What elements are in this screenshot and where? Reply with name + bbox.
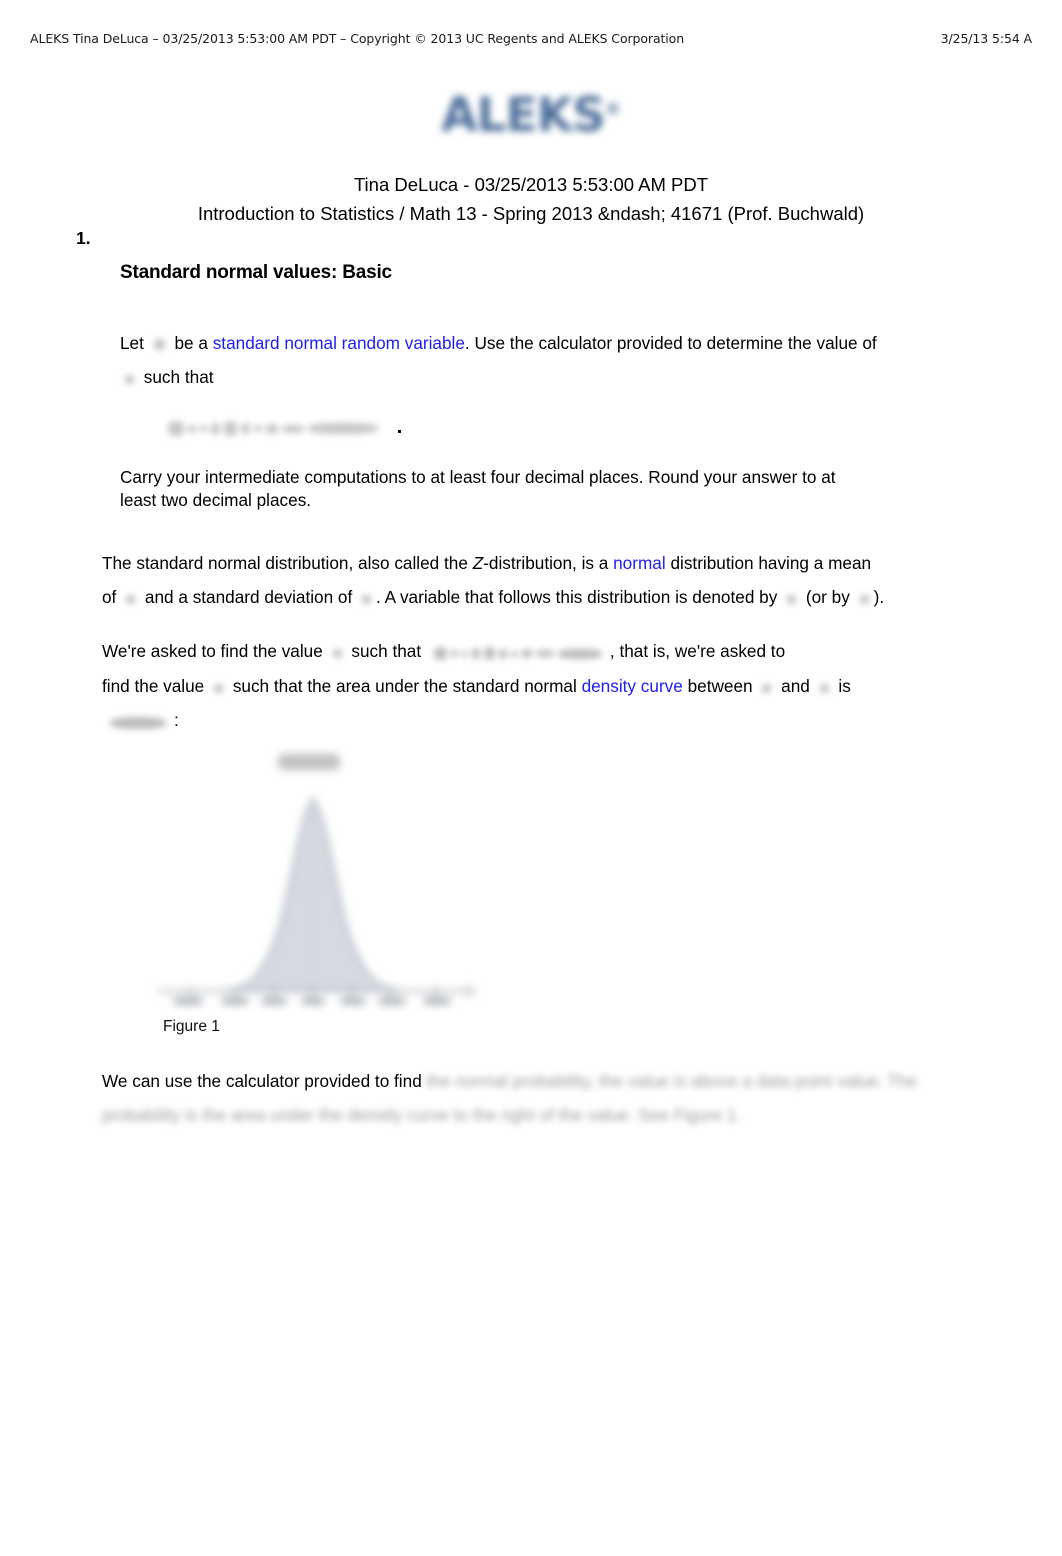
trademark-symbol: ®: [604, 99, 621, 119]
question-prompt: Let be a standard normal random variable…: [120, 326, 992, 394]
explanation2-segment-5: such that the area under the standard no…: [232, 676, 577, 697]
prompt-segment-2: be a: [174, 333, 208, 353]
upper-bound-placeholder-icon: [819, 684, 829, 694]
explanation2-segment-4: find the value: [102, 676, 205, 697]
closing-blurred-line-1: the normal probability, the value is abo…: [426, 1071, 833, 1091]
explanation1-segment-6: . A variable that follows this distribut…: [376, 587, 778, 607]
prompt-segment-4: such that: [143, 367, 214, 387]
area-value-blurred-icon: [108, 705, 168, 739]
document-title-block: Tina DeLuca - 03/25/2013 5:53:00 AM PDT …: [0, 170, 1062, 228]
closing-visible-text: We can use the calculator provided to fi…: [102, 1071, 422, 1091]
question-heading: Standard normal values: Basic: [120, 262, 392, 283]
student-name-and-date: Tina DeLuca - 03/25/2013 5:53:00 AM PDT: [353, 174, 709, 195]
explanation1-segment-7: (or by: [805, 587, 850, 607]
math-variable-placeholder-icon: [125, 375, 134, 384]
rounding-instructions: Carry your intermediate computations to …: [120, 466, 992, 512]
explanation2-segment-9: :: [174, 710, 179, 731]
course-title: Introduction to Statistics / Math 13 - S…: [197, 203, 865, 224]
normal-curve-figure: [158, 754, 476, 1004]
alternate-variable-placeholder-icon: [859, 595, 869, 604]
explanation2-segment-7: and: [781, 676, 810, 697]
mean-value-placeholder-icon: [126, 595, 136, 604]
density-curve-link[interactable]: density curve: [582, 676, 683, 696]
equation-period: [398, 430, 402, 434]
explanation2-segment-6: between: [687, 676, 753, 697]
print-header-timestamp: 3/25/13 5:54 A: [940, 30, 1032, 46]
z-distribution-italic: Z: [472, 553, 484, 573]
normal-distribution-link[interactable]: normal: [613, 553, 666, 573]
inline-blurred-equation-icon: [432, 635, 604, 669]
explanation1-segment-5: and a standard deviation of: [144, 587, 353, 607]
print-header-left-text: ALEKS Tina DeLuca – 03/25/2013 5:53:00 A…: [30, 30, 685, 46]
rounding-instructions-line-1: Carry your intermediate computations to …: [120, 467, 836, 487]
explanation1-segment-2: -distribution, is a: [483, 553, 609, 573]
prompt-segment-1: Let: [120, 333, 144, 353]
question-content: Standard normal values: Basic Let be a s…: [102, 262, 992, 739]
explanation1-segment-8: ).: [873, 587, 885, 607]
explanation1-segment-3: distribution having a mean: [670, 553, 872, 573]
explanation2-segment-2: such that: [351, 641, 422, 661]
variable-symbol-placeholder-icon: [787, 595, 797, 604]
logo-container: ALEKS®: [0, 92, 1062, 139]
closing-paragraph: We can use the calculator provided to fi…: [102, 1064, 992, 1132]
print-header: ALEKS Tina DeLuca – 03/25/2013 5:53:00 A…: [0, 28, 1062, 48]
blurred-equation-glyphs-icon: [166, 420, 380, 438]
rounding-instructions-line-2: least two decimal places.: [120, 490, 312, 510]
math-variable-placeholder-icon: [153, 339, 165, 350]
figure-1-block: [150, 742, 480, 1042]
target-value-placeholder-icon: [214, 684, 224, 694]
figure-tick-labels: [174, 998, 450, 1004]
target-value-placeholder-icon: [332, 649, 342, 658]
figure-peak-label: [278, 754, 340, 770]
explanation1-segment-4: of: [102, 587, 117, 607]
stdev-value-placeholder-icon: [362, 595, 372, 604]
standard-normal-random-variable-link[interactable]: standard normal random variable: [213, 333, 465, 353]
explanation2-segment-3: , that is, we're asked to: [609, 641, 786, 661]
question-number: 1.: [76, 228, 91, 248]
explanation1-segment-1: The standard normal distribution, also c…: [102, 553, 468, 573]
explanation2-segment-8: is: [838, 676, 851, 697]
aleks-logo-text: ALEKS: [441, 88, 606, 143]
lower-bound-placeholder-icon: [762, 684, 772, 694]
explanation-paragraph-1: The standard normal distribution, also c…: [102, 546, 992, 614]
explanation2-segment-1: We're asked to find the value: [102, 641, 323, 661]
probability-equation: [160, 420, 992, 444]
prompt-segment-3: . Use the calculator provided to determi…: [464, 333, 877, 353]
explanation-paragraph-2: We're asked to find the value such that …: [102, 634, 992, 739]
aleks-logo: ALEKS®: [441, 92, 621, 139]
figure-caption: Figure 1: [163, 1018, 220, 1035]
